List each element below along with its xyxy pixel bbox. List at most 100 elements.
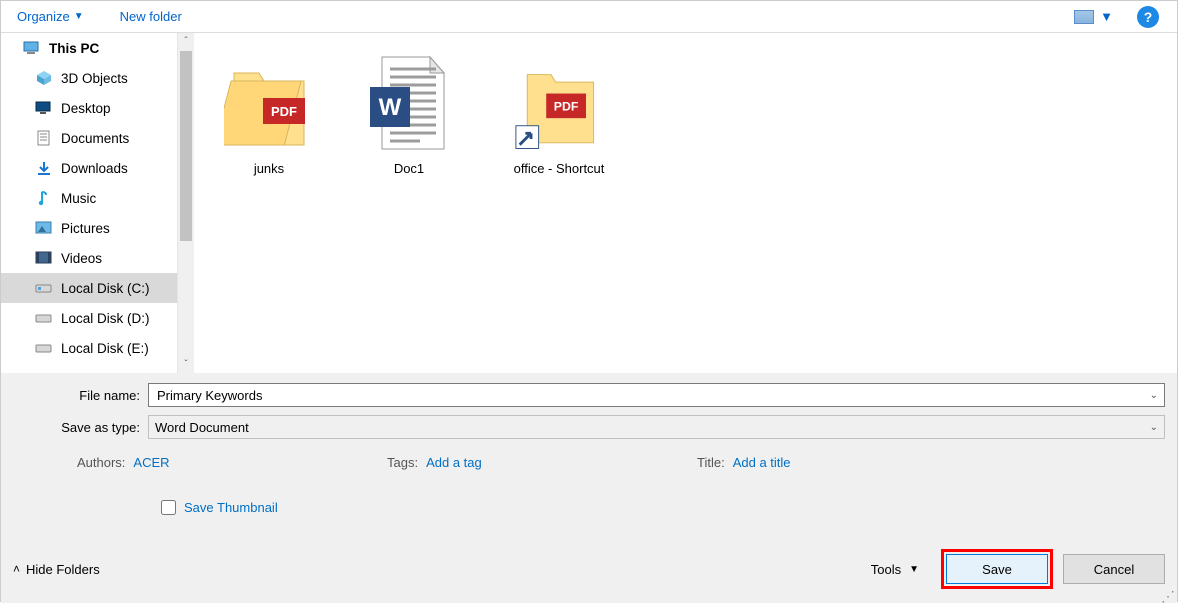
this-pc-icon [23,40,41,56]
title-label: Title: [697,455,725,470]
sidebar-item-videos[interactable]: Videos [1,243,177,273]
save-button-highlight: Save [941,549,1053,589]
folder-pdf-icon: PDF [224,51,314,155]
file-label: junks [254,161,284,176]
save-as-type-row: Save as type: Word Document ⌄ [13,415,1165,439]
save-as-type-value: Word Document [155,420,249,435]
drive-icon [35,280,53,296]
save-button[interactable]: Save [946,554,1048,584]
sidebar-item-desktop[interactable]: Desktop [1,93,177,123]
cube-icon [35,70,53,86]
title-value[interactable]: Add a title [733,455,791,470]
cancel-button[interactable]: Cancel [1063,554,1165,584]
organize-label: Organize [17,9,70,24]
sidebar-item-label: Local Disk (C:) [61,281,150,296]
sidebar-item-local-disk-e[interactable]: Local Disk (E:) [1,333,177,363]
svg-text:PDF: PDF [271,104,297,119]
file-name-input[interactable] [155,387,1158,404]
file-item-office-shortcut[interactable]: PDF office - Shortcut [494,51,624,176]
footer: ˄ Hide Folders Tools ▼ Save Cancel [13,549,1165,589]
documents-icon [35,130,53,146]
file-pane[interactable]: PDF junks W [194,33,1177,373]
sidebar-item-this-pc[interactable]: This PC [1,33,177,63]
sidebar: This PC 3D Objects Desktop Documents [1,33,194,373]
scroll-down-icon[interactable]: ˇ [178,356,194,373]
scrollbar-thumb[interactable] [180,51,192,241]
resize-grip-icon[interactable]: ⋰ [1161,591,1175,601]
new-folder-label: New folder [120,9,182,24]
desktop-icon [35,100,53,116]
chevron-down-icon: ▼ [1100,9,1113,24]
cancel-button-label: Cancel [1094,562,1134,577]
file-item-doc1[interactable]: W Doc1 [354,51,464,176]
pictures-icon [35,220,53,236]
sidebar-item-music[interactable]: Music [1,183,177,213]
chevron-down-icon[interactable]: ⌄ [1150,422,1158,433]
sidebar-item-label: Videos [61,251,102,266]
chevron-down-icon: ▼ [909,564,919,575]
downloads-icon [35,160,53,176]
view-mode-dropdown[interactable]: ▼ [1074,9,1113,24]
sidebar-item-label: Music [61,191,96,206]
new-folder-button[interactable]: New folder [112,5,190,28]
sidebar-item-3d-objects[interactable]: 3D Objects [1,63,177,93]
body: This PC 3D Objects Desktop Documents [1,33,1177,373]
hide-folders-button[interactable]: ˄ Hide Folders [13,562,100,577]
save-as-type-label: Save as type: [13,420,148,435]
svg-text:W: W [379,94,402,121]
save-thumbnail-checkbox[interactable] [161,500,176,515]
tree: This PC 3D Objects Desktop Documents [1,33,177,373]
file-name-row: File name: ⌄ [13,383,1165,407]
chevron-down-icon[interactable]: ⌄ [1150,390,1158,401]
chevron-up-icon: ˄ [13,562,20,576]
tools-label: Tools [871,562,901,577]
sidebar-item-label: Pictures [61,221,110,236]
sidebar-item-documents[interactable]: Documents [1,123,177,153]
sidebar-item-label: Local Disk (E:) [61,341,149,356]
videos-icon [35,250,53,266]
file-name-label: File name: [13,388,148,403]
sidebar-item-downloads[interactable]: Downloads [1,153,177,183]
sidebar-item-local-disk-d[interactable]: Local Disk (D:) [1,303,177,333]
word-document-icon: W [364,51,454,155]
file-label: office - Shortcut [514,161,605,176]
save-thumbnail-row: Save Thumbnail [13,500,1165,515]
tools-dropdown[interactable]: Tools ▼ [871,562,919,577]
file-item-junks[interactable]: PDF junks [214,51,324,176]
sidebar-item-label: Local Disk (D:) [61,311,150,326]
tags-value[interactable]: Add a tag [426,455,482,470]
picture-icon [1074,10,1094,24]
sidebar-item-label: This PC [49,41,99,56]
hide-folders-label: Hide Folders [26,562,100,577]
sidebar-item-pictures[interactable]: Pictures [1,213,177,243]
file-name-combobox[interactable]: ⌄ [148,383,1165,407]
meta-row: Authors: ACER Tags: Add a tag Title: Add… [13,455,1165,470]
toolbar: Organize ▼ New folder ▼ ? [1,1,1177,33]
organize-dropdown[interactable]: Organize ▼ [9,5,92,28]
drive-icon [35,340,53,356]
title-field[interactable]: Title: Add a title [697,455,1007,470]
folder-pdf-shortcut-icon: PDF [514,51,604,155]
sidebar-item-label: Downloads [61,161,128,176]
sidebar-item-label: 3D Objects [61,71,128,86]
svg-text:PDF: PDF [554,100,579,114]
authors-value[interactable]: ACER [133,455,169,470]
bottom-panel: File name: ⌄ Save as type: Word Document… [1,373,1177,603]
authors-field[interactable]: Authors: ACER [77,455,387,470]
sidebar-scrollbar[interactable]: ˆ ˇ [177,33,194,373]
sidebar-item-local-disk-c[interactable]: Local Disk (C:) [1,273,177,303]
authors-label: Authors: [77,455,125,470]
drive-icon [35,310,53,326]
scroll-up-icon[interactable]: ˆ [178,33,194,50]
file-label: Doc1 [394,161,424,176]
save-button-label: Save [982,562,1012,577]
save-thumbnail-label[interactable]: Save Thumbnail [184,500,278,515]
chevron-down-icon: ▼ [74,11,84,22]
help-icon[interactable]: ? [1137,6,1159,28]
tags-label: Tags: [387,455,418,470]
save-as-type-combobox[interactable]: Word Document ⌄ [148,415,1165,439]
music-icon [35,190,53,206]
sidebar-item-label: Desktop [61,101,111,116]
tags-field[interactable]: Tags: Add a tag [387,455,697,470]
sidebar-item-label: Documents [61,131,129,146]
